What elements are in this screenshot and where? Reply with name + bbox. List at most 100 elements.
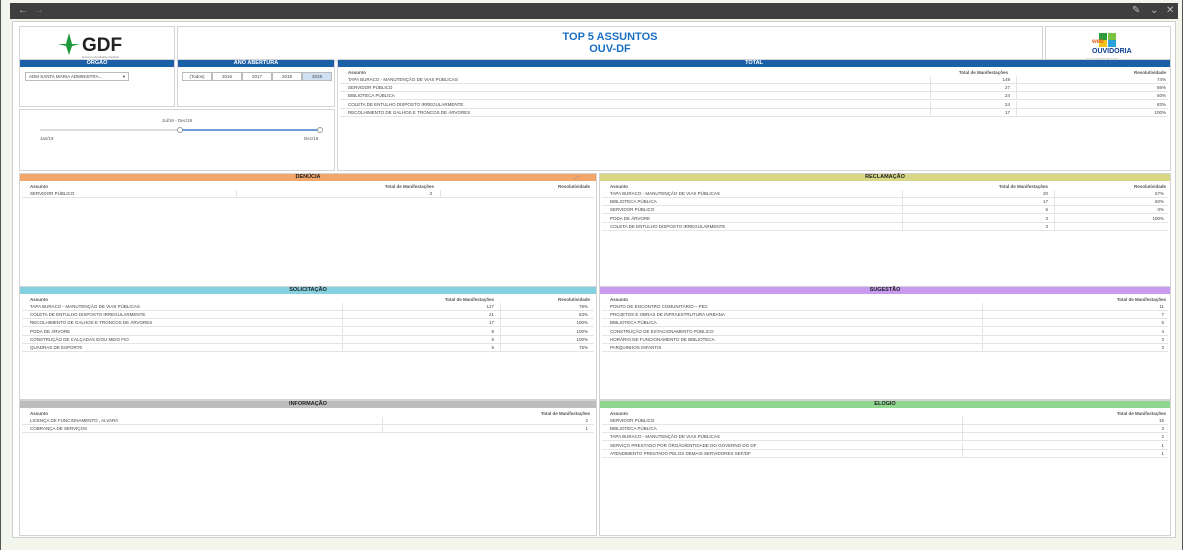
cell-assunto: RECOLHIMENTO DE GALHOS E TRONCOS DE ÁRVO… [30,320,153,326]
cell-assunto: BIBLIOTECA PÚBLICA [610,199,657,205]
table-row[interactable]: SERVIDOR PÚBLICO 6 0% [602,206,1168,215]
date-range-min-handle[interactable] [177,127,183,133]
cell-resol: 75% [578,345,588,350]
cell-resol: 100% [1154,109,1166,115]
table-row[interactable]: SERVIDOR PÚBLICO 3 [22,190,594,198]
cell-divider [962,417,963,425]
cell-divider [440,190,441,198]
edit-icon[interactable]: ✎ [1132,5,1140,16]
cell-total: 8 [491,328,494,334]
cell-total: 5 [491,345,494,350]
close-icon[interactable]: ✕ [1166,5,1174,16]
cell-assunto: BIBLIOTECA PÚBLICA [610,426,657,432]
cell-total: 21 [488,312,494,318]
cell-divider [500,335,501,344]
cell-divider [930,76,931,84]
table-row[interactable]: RECOLHIMENTO DE GALHOS E TRONCOS DE ÁRVO… [340,108,1168,117]
cell-divider [962,433,963,442]
ano-option-todos[interactable]: (Todos) [182,72,212,81]
ano-option-2018[interactable]: 2018 [272,72,302,81]
table-row[interactable]: SERVIDOR PÚBLICO 27 56% [340,84,1168,93]
table-row[interactable]: ATENDIMENTO PRESTADO PELOS DEMAIS SERVID… [602,449,1168,458]
table-row[interactable]: BIBLIOTECA PÚBLICA 5 [602,319,1168,328]
cell-divider [382,417,383,425]
table-row[interactable]: CONSTRUÇÃO DE CALÇADAS E/OU MEIO FIO 6 100… [22,335,594,344]
total-col-total: Total de Manifestações [958,70,1008,75]
page-title: TOP 5 ASSUNTOS [562,31,658,43]
table-row[interactable]: SERVIDOR PÚBLICO 16 [602,417,1168,425]
cell-resol: 0% [1157,207,1164,213]
table-row[interactable]: TAPA BURACO - MANUTENÇÃO DE VIAS PÚBLICA… [602,190,1168,198]
cell-divider [342,319,343,328]
reclamacao-header: RECLAMAÇÃO [600,174,1170,181]
cell-divider [342,311,343,320]
table-row[interactable]: PONTO DE ENCONTRO COMUNITÁRIO – PEC 11 [602,303,1168,311]
cell-assunto: SERVIDOR PÚBLICO [30,191,75,196]
ano-option-2019[interactable]: 2019 [302,72,332,81]
table-row[interactable]: LICENÇA DE FUNCIONAMENTO , ALVARÁ 2 [22,417,594,425]
table-row[interactable]: TAPA BURACO - MANUTENÇÃO DE VIAS PÚBLICA… [340,76,1168,84]
table-row[interactable]: SERVIÇO PRESTADO POR ÓRGÃO/ENTIDADE DO G… [602,441,1168,450]
table-row[interactable]: PROJETOS E OBRAS DE INFRAESTRUTURA URBAN… [602,311,1168,320]
table-row[interactable]: COLETA DE ENTULHO DISPOSTO IRREGULARMENT… [602,222,1168,231]
table-row[interactable]: BIBLIOTECA PÚBLICA 3 [602,425,1168,434]
cell-divider [342,303,343,311]
cell-total: 1 [1161,450,1164,456]
table-row[interactable]: CONSTRUÇÃO DE ESTACIONAMENTO PÚBLICO 4 [602,327,1168,336]
cell-total: 3 [1045,223,1048,229]
ano-filter-panel: ANO ABERTURA (Todos) 2016 2017 2018 2019 [177,59,335,107]
forward-arrow-icon[interactable]: → [34,5,44,16]
cell-divider [930,84,931,93]
table-row[interactable]: PARQUINHOS INFANTIS 3 [602,344,1168,352]
reclamacao-col-assunto: Assunto [610,184,628,189]
cell-assunto: TAPA BURACO - MANUTENÇÃO DE VIAS PÚBLICA… [348,77,458,82]
cell-total: 17 [1004,109,1010,115]
date-range-fill [180,129,320,131]
cell-assunto: TAPA BURACO - MANUTENÇÃO DE VIAS PÚBLICA… [610,191,720,196]
cell-divider [1016,100,1017,109]
cell-divider [236,190,237,198]
expand-icon[interactable]: ⤢ ⌄ [575,175,582,180]
cell-assunto: PONTO DE ENCONTRO COMUNITÁRIO – PEC [610,304,708,309]
informacao-panel: INFORMAÇÃO Assunto Total de Manifestaçõe… [19,400,597,536]
cell-total: 149 [1002,77,1010,82]
date-range-panel: Jul/19 - Dec/19 Jan/19 Dec/19 [19,109,335,171]
cell-divider [902,222,903,231]
cell-assunto: PARQUINHOS INFANTIS [610,345,662,350]
cell-total: 4 [1161,328,1164,334]
cell-assunto: COLETA DE ENTULHO DISPOSTO IRREGULARMENT… [610,223,726,229]
cell-divider [902,198,903,207]
table-row[interactable]: HORÁRIO DE FUNCIONAMENTO DE BIBLIOTECA 3 [602,335,1168,344]
cell-assunto: BIBLIOTECA PÚBLICA [348,93,395,99]
table-row[interactable]: QUADRAS DE ESPORTE 5 75% [22,344,594,352]
table-row[interactable]: RECOLHIMENTO DE GALHOS E TRONCOS DE ÁRVO… [22,319,594,328]
cell-divider [902,190,903,198]
cell-assunto: SERVIDOR PÚBLICO [610,207,655,213]
table-row[interactable]: COLETA DE ENTULHO DISPOSTO IRREGULARMENT… [22,311,594,320]
elogio-col-total: Total de Manifestações [1116,411,1166,416]
ano-option-2017[interactable]: 2017 [242,72,272,81]
chevron-down-icon[interactable]: ⌄ [1150,5,1158,16]
table-row[interactable]: COBRANÇA DE SERVIÇOS 1 [22,425,594,434]
cell-divider [342,335,343,344]
table-row[interactable]: TAPA BURACO - MANUTENÇÃO DE VIAS PÚBLICA… [22,303,594,311]
table-row[interactable]: BIBLIOTECA PÚBLICA 24 50% [340,92,1168,101]
cell-total: 2 [585,418,588,423]
cell-total: 3 [1045,215,1048,221]
table-row[interactable]: COLETA DE ENTULHO DISPOSTO IRREGULARMENT… [340,100,1168,109]
orgao-select[interactable]: ADM SANTA MARIA ADMINISTRA... ▾ [25,72,129,81]
cell-assunto: COLETA DE ENTULHO DISPOSTO IRREGULARMENT… [348,101,464,107]
cell-resol: 50% [1154,199,1164,205]
date-range-max-handle[interactable] [317,127,323,133]
table-row[interactable]: PODA DE ÁRVORE 3 100% [602,214,1168,223]
cell-resol: 56% [1156,85,1166,91]
cell-resol: 74% [1156,77,1166,82]
table-row[interactable]: TAPA BURACO - MANUTENÇÃO DE VIAS PÚBLICA… [602,433,1168,442]
cell-divider [500,311,501,320]
cell-divider [1016,108,1017,117]
back-arrow-icon[interactable]: ← [18,5,28,16]
table-row[interactable]: BIBLIOTECA PÚBLICA 17 50% [602,198,1168,207]
table-row[interactable]: PODA DE ÁRVORE 8 100% [22,327,594,336]
ano-option-2016[interactable]: 2016 [212,72,242,81]
cell-assunto: PODA DE ÁRVORE [30,328,71,334]
